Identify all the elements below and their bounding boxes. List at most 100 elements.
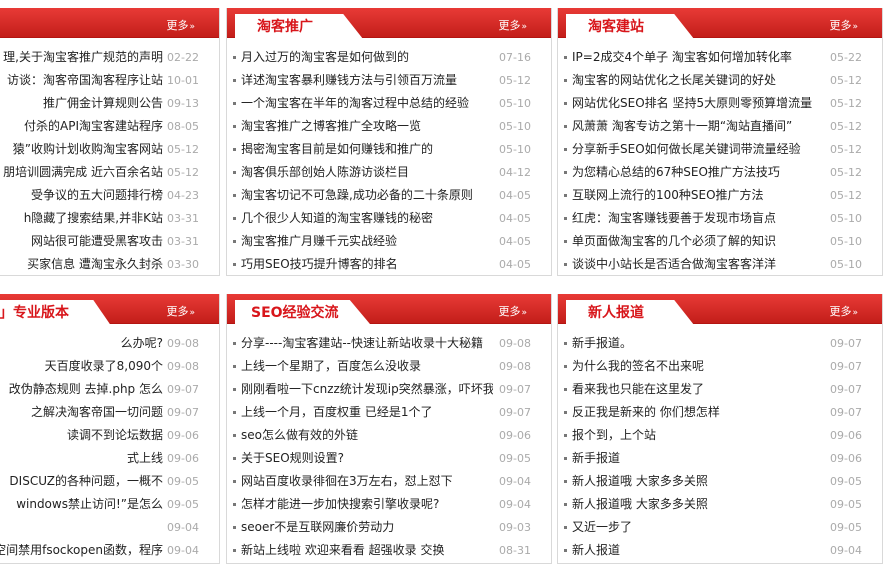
- bullet-icon: [233, 79, 236, 82]
- article-link[interactable]: 红虎：淘宝客赚钱要善于发现市场盲点: [572, 207, 824, 230]
- double-chevron-right-icon: »: [189, 22, 195, 32]
- article-link[interactable]: 几个很少人知道的淘宝客赚钱的秘密: [241, 207, 493, 230]
- article-link[interactable]: 新人报道哦 大家多多关照: [572, 470, 824, 493]
- article-date: 09-07: [830, 360, 862, 373]
- article-link[interactable]: 网站优化SEO排名 坚持5大原则零预算增流量: [572, 92, 824, 115]
- article-link[interactable]: 么办呢?: [0, 332, 163, 355]
- panel-title-tab[interactable]: SEO经验交流: [235, 300, 375, 330]
- article-date: 09-04: [167, 521, 199, 534]
- article-link[interactable]: 新手报道: [572, 447, 824, 470]
- article-title: 分享新手SEO如何做长尾关键词带流量经验: [572, 142, 801, 156]
- article-title: 关于SEO规则设置?: [241, 451, 345, 465]
- article-date: 08-31: [499, 544, 531, 557]
- article-link[interactable]: 付杀的API淘宝客建站程序: [0, 115, 163, 138]
- article-link[interactable]: 淘宝客推广之博客推广全攻略一览: [241, 115, 493, 138]
- article-date: 09-04: [167, 544, 199, 557]
- more-link[interactable]: 更多»: [498, 303, 527, 319]
- article-link[interactable]: 改伪静态规则 去掉.php 怎么: [0, 378, 163, 401]
- article-link[interactable]: 详述淘宝客暴利赚钱方法与引领百万流量: [241, 69, 493, 92]
- article-link[interactable]: 新人报道哦 大家多多关照: [572, 493, 824, 516]
- article-link[interactable]: 推广佣金计算规则公告: [0, 92, 163, 115]
- list-item: 淘客俱乐部创始人陈游访谈栏目 04-12: [227, 161, 551, 184]
- more-link[interactable]: 更多»: [829, 303, 858, 319]
- list-item: 互联网上流行的100种SEO推广方法 05-12: [558, 184, 882, 207]
- list-item: 新人报道哦 大家多多关照 09-05: [558, 470, 882, 493]
- article-link[interactable]: 为您精心总结的67种SEO推广方法技巧: [572, 161, 824, 184]
- article-link[interactable]: 朋培训圆满完成 近六百余名站: [0, 161, 163, 184]
- article-link[interactable]: 上线一个星期了，百度怎么没收录: [241, 355, 493, 378]
- article-link[interactable]: 淘宝客切记不可急躁,成功必备的二十条原则: [241, 184, 493, 207]
- more-link[interactable]: 更多»: [829, 17, 858, 33]
- article-link[interactable]: 网站百度收录徘徊在3万左右，怼上怼下: [241, 470, 493, 493]
- article-link[interactable]: 怎样才能进一步加快搜索引擎收录呢?: [241, 493, 493, 516]
- article-link[interactable]: 式上线: [0, 447, 163, 470]
- panel-title: 淘客推广: [257, 19, 313, 35]
- bullet-icon: [564, 102, 567, 105]
- more-link[interactable]: 更多»: [166, 17, 195, 33]
- article-link[interactable]: 谈谈中小站长是否适合做淘宝客客洋洋: [572, 253, 824, 276]
- article-link[interactable]: 淘客俱乐部创始人陈游访谈栏目: [241, 161, 493, 184]
- article-link[interactable]: IP=2成交4个单子 淘宝客如何增加转化率: [572, 46, 824, 69]
- article-link[interactable]: 单页面做淘宝客的几个必须了解的知识: [572, 230, 824, 253]
- article-link[interactable]: 刚刚看啦一下cnzz统计发现ip突然暴涨，吓坏我: [241, 378, 493, 401]
- article-link[interactable]: 访谈：淘客帝国淘客程序让站: [0, 69, 163, 92]
- article-date: 05-12: [830, 166, 862, 179]
- list-item: 反正我是新来的 你们想怎样 09-07: [558, 401, 882, 424]
- panel-title-tab[interactable]: 新人报道: [566, 300, 698, 330]
- article-link[interactable]: windows禁止访问!”是怎么: [0, 493, 163, 516]
- article-link[interactable]: 风萧萧 淘客专访之第十一期“淘站直播间”: [572, 115, 824, 138]
- article-list: 新手报道。 09-07 为什么我的签名不出来呢 09-07 看来我也只能在这里发了 09-…: [558, 324, 882, 562]
- article-link[interactable]: 分享新手SEO如何做长尾关键词带流量经验: [572, 138, 824, 161]
- article-link[interactable]: 猿”收购计划收购淘宝客网站: [0, 138, 163, 161]
- article-date: 09-07: [830, 383, 862, 396]
- double-chevron-right-icon: »: [852, 308, 858, 318]
- panel-title-tab[interactable]: 淘客建站: [566, 14, 698, 44]
- article-link[interactable]: 读调不到论坛数据: [0, 424, 163, 447]
- article-link[interactable]: 买家信息 遭淘宝永久封杀: [0, 253, 163, 276]
- article-link[interactable]: 巧用SEO技巧提升博客的排名: [241, 253, 493, 276]
- article-link[interactable]: 互联网上流行的100种SEO推广方法: [572, 184, 824, 207]
- article-link[interactable]: seoer不是互联网廉价劳动力: [241, 516, 493, 539]
- article-link[interactable]: 空间禁用fsockopen函数，程序: [0, 539, 163, 562]
- article-link[interactable]: 新人报道: [572, 539, 824, 562]
- article-link[interactable]: h隐藏了搜索结果,并非K站: [0, 207, 163, 230]
- panel-header: 淘客建站 更多»: [558, 8, 882, 44]
- article-link[interactable]: 新站上线啦 欢迎来看看 超强收录 交换: [241, 539, 493, 562]
- article-link[interactable]: 天百度收录了8,090个: [0, 355, 163, 378]
- article-title: 新站上线啦 欢迎来看看 超强收录 交换: [241, 543, 445, 557]
- article-link[interactable]: 一个淘宝客在半年的淘客过程中总结的经验: [241, 92, 493, 115]
- article-link[interactable]: 揭密淘宝客目前是如何赚钱和推广的: [241, 138, 493, 161]
- article-date: 04-05: [499, 258, 531, 271]
- panel-header: 新人报道 更多»: [558, 294, 882, 330]
- article-link[interactable]: 分享----淘宝客建站--快速让新站收录十大秘籍: [241, 332, 493, 355]
- article-link[interactable]: seo怎么做有效的外链: [241, 424, 493, 447]
- bullet-icon: [564, 526, 567, 529]
- article-link[interactable]: 淘宝客推广月赚千元实战经验: [241, 230, 493, 253]
- article-link[interactable]: DISCUZ的各种问题，一概不: [0, 470, 163, 493]
- more-link[interactable]: 更多»: [498, 17, 527, 33]
- article-title: 网站很可能遭受黑客攻击: [30, 234, 163, 248]
- article-link[interactable]: 又近一步了: [572, 516, 824, 539]
- article-link[interactable]: 报个到，上个站: [572, 424, 824, 447]
- article-link[interactable]: 反正我是新来的 你们想怎样: [572, 401, 824, 424]
- article-link[interactable]: 为什么我的签名不出来呢: [572, 355, 824, 378]
- article-link[interactable]: 看来我也只能在这里发了: [572, 378, 824, 401]
- article-link[interactable]: 受争议的五大问题排行榜: [0, 184, 163, 207]
- panel-title-tab[interactable]: 」专业版本: [0, 300, 114, 330]
- list-item: 式上线 09-06: [0, 447, 219, 470]
- article-link[interactable]: 上线一个月，百度权重 已经是1个了: [241, 401, 493, 424]
- article-link[interactable]: 关于SEO规则设置?: [241, 447, 493, 470]
- article-list: 分享----淘宝客建站--快速让新站收录十大秘籍 09-08 上线一个星期了，百度怎…: [227, 324, 551, 562]
- article-title: 新人报道: [572, 543, 621, 557]
- article-link[interactable]: 新手报道。: [572, 332, 824, 355]
- bullet-icon: [233, 102, 236, 105]
- article-link[interactable]: 月入过万的淘宝客是如何做到的: [241, 46, 493, 69]
- article-link[interactable]: 淘宝客的网站优化之长尾关键词的好处: [572, 69, 824, 92]
- article-link[interactable]: 之解决淘客帝国一切问题: [0, 401, 163, 424]
- article-link[interactable]: 网站很可能遭受黑客攻击: [0, 230, 163, 253]
- list-item: 刚刚看啦一下cnzz统计发现ip突然暴涨，吓坏我 09-07: [227, 378, 551, 401]
- more-link[interactable]: 更多»: [166, 303, 195, 319]
- panel-title-tab[interactable]: 淘客推广: [235, 14, 367, 44]
- article-title: 刚刚看啦一下cnzz统计发现ip突然暴涨，吓坏我: [241, 382, 493, 396]
- article-link[interactable]: 理,关于淘宝客推广规范的声明: [0, 46, 163, 69]
